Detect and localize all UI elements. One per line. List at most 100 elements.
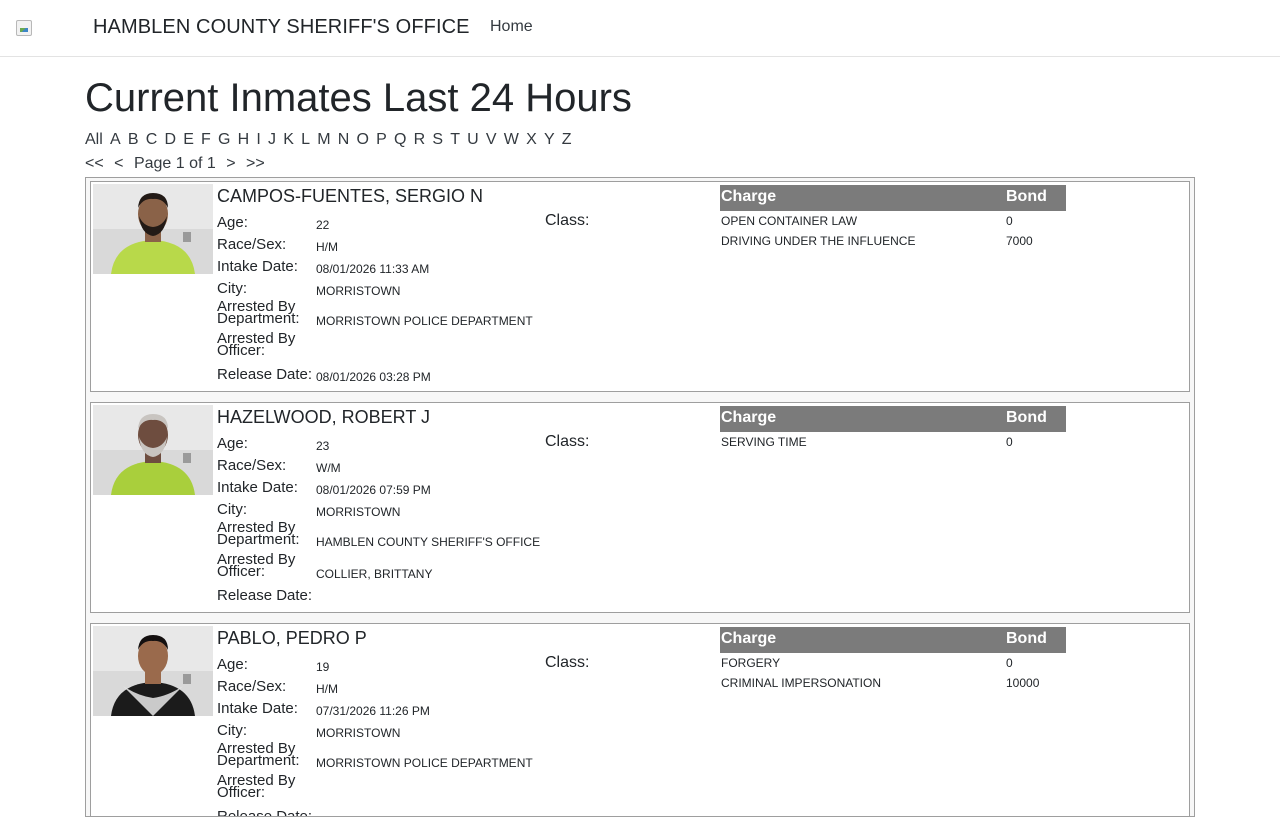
- charge-column-header: Charge: [721, 409, 777, 426]
- race-sex-value: W/M: [316, 461, 341, 475]
- letter-filter-x[interactable]: X: [526, 131, 537, 148]
- letter-filter-h[interactable]: H: [238, 131, 250, 148]
- pagination: << < Page 1 of 1 > >>: [85, 154, 271, 174]
- city-label: City:: [217, 722, 247, 739]
- charges-table: Charge Bond SERVING TIME 0: [720, 406, 1066, 452]
- letter-filter-k[interactable]: K: [283, 131, 294, 148]
- bond-amount: 0: [1006, 435, 1013, 449]
- bond-column-header: Bond: [1006, 630, 1047, 647]
- city-value: MORRISTOWN: [316, 284, 401, 298]
- letter-filter-u[interactable]: U: [467, 131, 479, 148]
- department-value: MORRISTOWN POLICE DEPARTMENT: [316, 314, 533, 328]
- letter-filter-n[interactable]: N: [338, 131, 350, 148]
- charge-row: OPEN CONTAINER LAW 0: [720, 211, 1066, 231]
- inmate-card[interactable]: HAZELWOOD, ROBERT J Age: 23 Class: Race/Sex:…: [90, 402, 1190, 613]
- letter-filter-b[interactable]: B: [128, 131, 139, 148]
- charge-name: FORGERY: [721, 656, 781, 670]
- race-sex-label: Race/Sex:: [217, 457, 287, 474]
- release-date-value: 08/01/2026 03:28 PM: [316, 370, 431, 384]
- letter-filter-i[interactable]: I: [256, 131, 260, 148]
- inmate-name[interactable]: CAMPOS-FUENTES, SERGIO N: [217, 185, 483, 207]
- charge-column-header: Charge: [721, 630, 777, 647]
- broken-image-icon[interactable]: [16, 20, 32, 36]
- letter-filter-q[interactable]: Q: [394, 131, 406, 148]
- inmate-list[interactable]: CAMPOS-FUENTES, SERGIO N Age: 22 Class: Race…: [85, 177, 1195, 817]
- charge-row: SERVING TIME 0: [720, 432, 1066, 452]
- race-sex-value: H/M: [316, 240, 338, 254]
- letter-filter-p[interactable]: P: [376, 131, 387, 148]
- last-page-link[interactable]: >>: [246, 155, 265, 172]
- bond-column-header: Bond: [1006, 188, 1047, 205]
- page-status: Page 1 of 1: [133, 155, 216, 172]
- letter-filter-m[interactable]: M: [317, 131, 330, 148]
- letter-filter-j[interactable]: J: [268, 131, 276, 148]
- charges-header: Charge Bond: [720, 627, 1066, 653]
- class-label: Class:: [545, 212, 590, 229]
- letter-filter-d[interactable]: D: [164, 131, 176, 148]
- charge-column-header: Charge: [721, 188, 777, 205]
- department-label-line: Department:: [217, 310, 300, 327]
- letter-filter-v[interactable]: V: [486, 131, 497, 148]
- letter-filter-all[interactable]: All: [85, 131, 103, 148]
- charges-table: Charge Bond FORGERY 0 CRIMINAL IMPERSONATION…: [720, 627, 1066, 693]
- inmate-name[interactable]: HAZELWOOD, ROBERT J: [217, 406, 430, 428]
- intake-date-value: 07/31/2026 11:26 PM: [316, 704, 430, 718]
- inmate-card[interactable]: CAMPOS-FUENTES, SERGIO N Age: 22 Class: Race…: [90, 181, 1190, 392]
- inmate-photo[interactable]: [93, 184, 213, 274]
- city-label: City:: [217, 280, 247, 297]
- race-sex-label: Race/Sex:: [217, 678, 287, 695]
- letter-filter-s[interactable]: S: [432, 131, 443, 148]
- charges-header: Charge Bond: [720, 185, 1066, 211]
- letter-filter-t[interactable]: T: [450, 131, 460, 148]
- race-sex-label: Race/Sex:: [217, 236, 287, 253]
- department-value: HAMBLEN COUNTY SHERIFF'S OFFICE: [316, 535, 541, 549]
- letter-filter-c[interactable]: C: [146, 131, 158, 148]
- age-value: 22: [316, 218, 330, 232]
- officer-label: Arrested By Officer:: [217, 552, 295, 579]
- alphabet-filter: All A B C D E F G H I J K L M N O P Q R S T U V W X Y Z: [85, 130, 579, 150]
- department-label: Arrested By Department:: [217, 741, 300, 768]
- charges-header: Charge Bond: [720, 406, 1066, 432]
- age-label: Age:: [217, 214, 248, 231]
- department-value: MORRISTOWN POLICE DEPARTMENT: [316, 756, 533, 770]
- letter-filter-g[interactable]: G: [218, 131, 230, 148]
- letter-filter-e[interactable]: E: [183, 131, 194, 148]
- age-label: Age:: [217, 435, 248, 452]
- inmate-photo[interactable]: [93, 405, 213, 495]
- department-label: Arrested By Department:: [217, 299, 300, 327]
- page-title: Current Inmates Last 24 Hours: [85, 76, 632, 120]
- letter-filter-y[interactable]: Y: [544, 131, 555, 148]
- nav-home-link[interactable]: Home: [490, 18, 533, 36]
- first-page-link[interactable]: <<: [85, 155, 104, 172]
- inmate-photo[interactable]: [93, 626, 213, 716]
- department-label-line: Department:: [217, 531, 300, 548]
- city-value: MORRISTOWN: [316, 505, 401, 519]
- bond-amount: 0: [1006, 214, 1013, 228]
- race-sex-value: H/M: [316, 682, 338, 696]
- letter-filter-w[interactable]: W: [504, 131, 519, 148]
- charge-row: DRIVING UNDER THE INFLUENCE 7000: [720, 231, 1066, 251]
- letter-filter-o[interactable]: O: [356, 131, 368, 148]
- letter-filter-l[interactable]: L: [301, 131, 310, 148]
- release-date-label: Release Date:: [217, 808, 313, 817]
- charge-row: FORGERY 0: [720, 653, 1066, 673]
- inmate-card[interactable]: PABLO, PEDRO P Age: 19 Class: Race/Sex: H/M In…: [90, 623, 1190, 817]
- letter-filter-f[interactable]: F: [201, 131, 211, 148]
- letter-filter-a[interactable]: A: [110, 131, 121, 148]
- site-brand-link[interactable]: HAMBLEN COUNTY SHERIFF'S OFFICE: [93, 16, 470, 39]
- charge-name: SERVING TIME: [721, 435, 807, 449]
- age-label: Age:: [217, 656, 248, 673]
- letter-filter-z[interactable]: Z: [562, 131, 572, 148]
- navbar: HAMBLEN COUNTY SHERIFF'S OFFICE Home: [0, 0, 1280, 57]
- officer-label: Arrested By Officer:: [217, 773, 295, 800]
- prev-page-link[interactable]: <: [114, 155, 123, 172]
- bond-amount: 10000: [1006, 676, 1040, 690]
- letter-filter-r[interactable]: R: [414, 131, 426, 148]
- next-page-link[interactable]: >: [226, 155, 235, 172]
- department-label: Arrested By Department:: [217, 520, 300, 548]
- charge-row: CRIMINAL IMPERSONATION 10000: [720, 673, 1066, 693]
- class-label: Class:: [545, 654, 590, 671]
- inmate-name[interactable]: PABLO, PEDRO P: [217, 627, 367, 649]
- charge-name: CRIMINAL IMPERSONATION: [721, 676, 882, 690]
- officer-label: Arrested By Officer:: [217, 331, 295, 358]
